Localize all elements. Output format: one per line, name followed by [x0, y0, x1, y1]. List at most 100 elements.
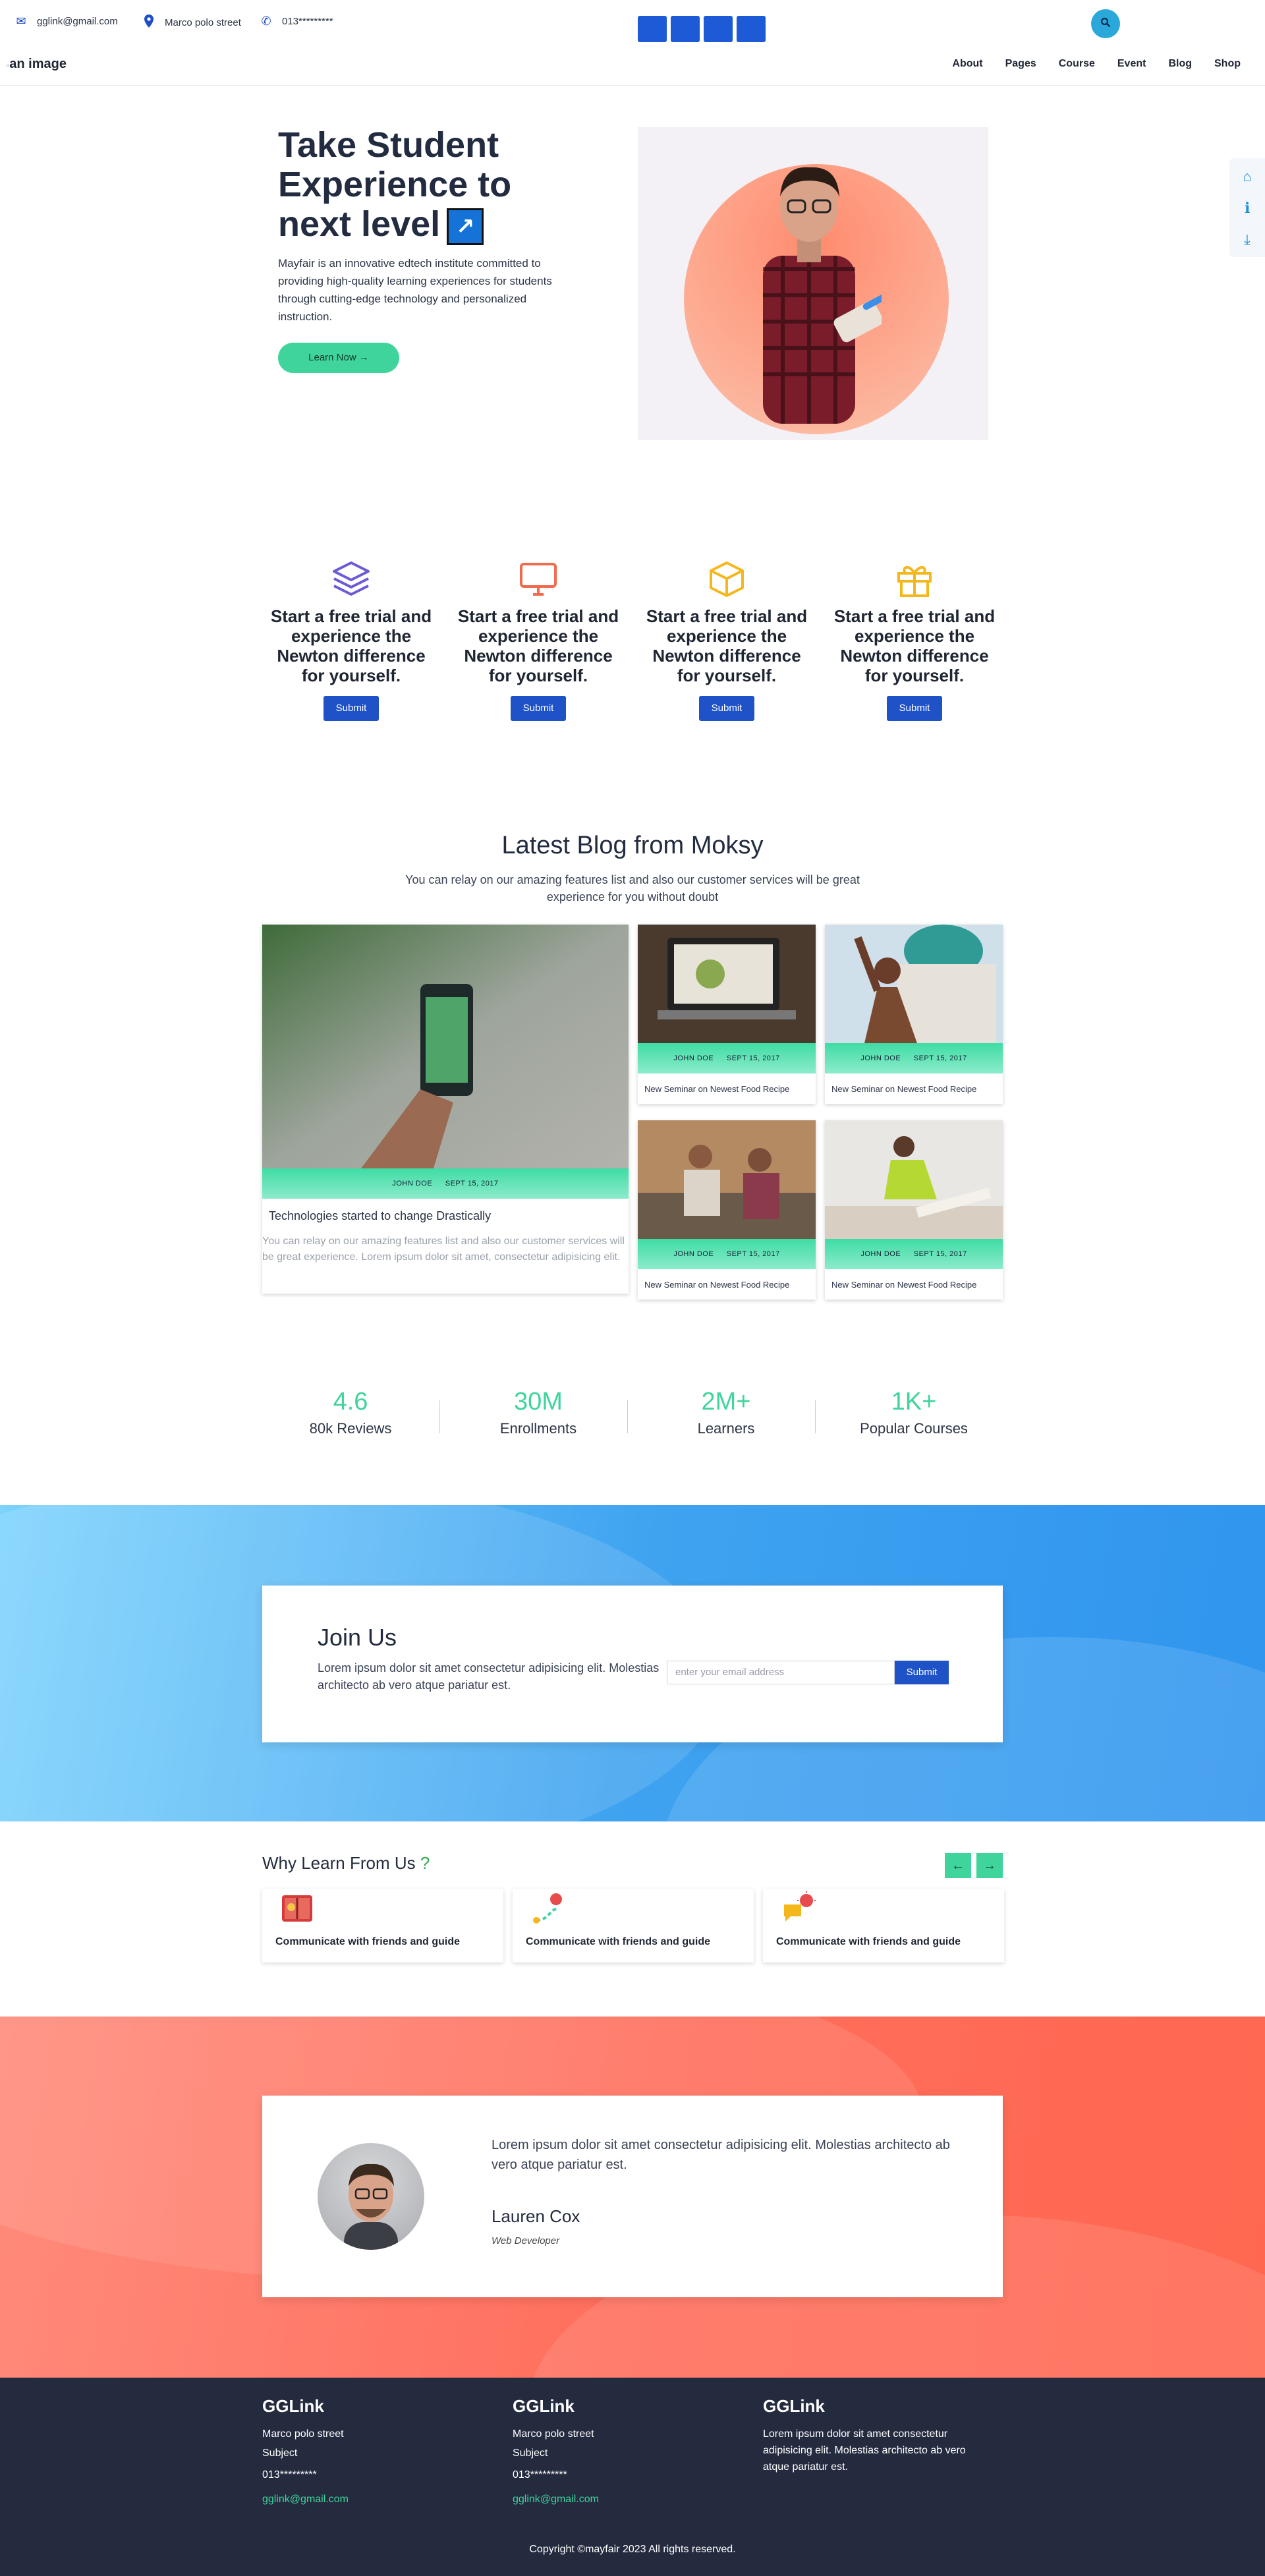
- testimonial-quote: Lorem ipsum dolor sit amet consectetur a…: [492, 2138, 950, 2172]
- blog-image: [825, 1120, 1003, 1239]
- blog-meta-bar: JOHN DOE SEPT 15, 2017: [638, 1239, 816, 1269]
- book-icon: [279, 1891, 315, 1932]
- stat-value: 1K+: [891, 1388, 937, 1416]
- nav-item-shop[interactable]: Shop: [1203, 58, 1252, 70]
- blog-card[interactable]: JOHN DOE SEPT 15, 2017 New Seminar on Ne…: [638, 925, 816, 1104]
- why-learn-title-text: Why Learn From Us: [262, 1853, 416, 1873]
- copyright: Copyright ©mayfair 2023 All rights reser…: [529, 2544, 736, 2555]
- footer-column-1: GGLink Marco polo street Subject 013****…: [262, 2396, 493, 2505]
- envelope-icon: ✉: [16, 14, 26, 28]
- nav-menu: About Pages Course Event Blog Shop: [941, 58, 1252, 70]
- footer-title: GGLink: [513, 2396, 575, 2416]
- footer-column-2: GGLink Marco polo street Subject 013****…: [513, 2396, 743, 2505]
- contact-address: Marco polo street: [142, 14, 241, 31]
- nav-item-event[interactable]: Event: [1106, 58, 1158, 70]
- nav-item-about[interactable]: About: [941, 58, 994, 70]
- hero-title: Take Student Experience to next level ↗: [278, 125, 568, 245]
- gift-icon: [827, 560, 1002, 601]
- blog-featured-title[interactable]: Technologies started to change Drastical…: [269, 1209, 491, 1223]
- side-dock: ⌂ ℹ ⤓: [1229, 158, 1265, 257]
- why-card-title: Communicate with friends and guide: [526, 1936, 711, 1947]
- feature-card-2: Start a free trial and experience the Ne…: [451, 560, 626, 721]
- student-illustration: [763, 167, 882, 424]
- social-button-1[interactable]: [638, 16, 667, 42]
- blog-section-title: Latest Blog from Moksy: [501, 832, 764, 859]
- blog-featured-card[interactable]: JOHN DOE SEPT 15, 2017 Technologies star…: [262, 925, 629, 1294]
- social-button-3[interactable]: [704, 16, 733, 42]
- footer-about-text: Lorem ipsum dolor sit amet consectetur a…: [763, 2428, 966, 2473]
- contact-email[interactable]: ✉ gglink@gmail.com: [14, 14, 117, 28]
- blog-card-title[interactable]: New Seminar on Newest Food Recipe: [831, 1280, 976, 1290]
- stat-value: 30M: [514, 1388, 563, 1416]
- blog-author: JOHN DOE: [673, 1054, 714, 1062]
- feature-card-3: Start a free trial and experience the Ne…: [639, 560, 814, 721]
- join-text: Lorem ipsum dolor sit amet consectetur a…: [318, 1661, 660, 1692]
- nav-item-pages[interactable]: Pages: [994, 58, 1048, 70]
- blog-card[interactable]: JOHN DOE SEPT 15, 2017 New Seminar on Ne…: [638, 1120, 816, 1300]
- email-input[interactable]: enter your email address: [667, 1661, 895, 1684]
- blog-author: JOHN DOE: [673, 1250, 714, 1258]
- address-text: Marco polo street: [165, 17, 241, 28]
- nav-item-blog[interactable]: Blog: [1157, 58, 1203, 70]
- page: ✉ gglink@gmail.com Marco polo street ✆ 0…: [0, 0, 1265, 2576]
- testimonial-card: Lorem ipsum dolor sit amet consectetur a…: [262, 2096, 1003, 2297]
- feature-submit-button[interactable]: Submit: [887, 696, 942, 721]
- feature-title: Start a free trial and experience the Ne…: [646, 606, 808, 685]
- logo[interactable]: ▫an image: [7, 57, 67, 72]
- join-submit-button[interactable]: Submit: [895, 1661, 949, 1684]
- why-card[interactable]: Communicate with friends and guide: [262, 1889, 503, 1962]
- footer: GGLink Marco polo street Subject 013****…: [0, 2378, 1265, 2576]
- why-card[interactable]: Communicate with friends and guide: [763, 1889, 1004, 1962]
- blog-date: SEPT 15, 2017: [445, 1180, 499, 1188]
- box-icon: [639, 560, 814, 601]
- stat-learners: 2M+ Learners: [647, 1388, 805, 1437]
- blog-author: JOHN DOE: [860, 1250, 901, 1258]
- main-nav: ▫an image About Pages Course Event Blog …: [0, 49, 1265, 86]
- top-bar: ✉ gglink@gmail.com Marco polo street ✆ 0…: [0, 0, 1265, 46]
- blog-author: JOHN DOE: [392, 1180, 433, 1188]
- feature-submit-button[interactable]: Submit: [323, 696, 379, 721]
- phone-text: 013*********: [282, 16, 333, 27]
- blog-card-title[interactable]: New Seminar on Newest Food Recipe: [831, 1084, 976, 1094]
- stat-label: Learners: [697, 1420, 755, 1437]
- footer-email-link[interactable]: gglink@gmail.com: [513, 2494, 743, 2505]
- hero-image: [638, 127, 988, 440]
- feature-submit-button[interactable]: Submit: [511, 696, 566, 721]
- carousel-next-button[interactable]: →: [976, 1853, 1003, 1878]
- download-icon[interactable]: ⤓: [1229, 227, 1265, 253]
- blog-image: [825, 925, 1003, 1043]
- social-button-4[interactable]: [737, 16, 766, 42]
- feature-title: Start a free trial and experience the Ne…: [833, 606, 996, 685]
- footer-phone: 013*********: [513, 2469, 567, 2480]
- stat-label: Enrollments: [499, 1420, 577, 1437]
- search-button[interactable]: [1091, 9, 1120, 38]
- blog-author: JOHN DOE: [860, 1054, 901, 1062]
- join-card: Join Us Lorem ipsum dolor sit amet conse…: [262, 1586, 1003, 1742]
- why-card[interactable]: Communicate with friends and guide: [513, 1889, 754, 1962]
- blog-image: [638, 925, 816, 1043]
- testimonial-name: Lauren Cox: [492, 2206, 580, 2226]
- blog-card-title[interactable]: New Seminar on Newest Food Recipe: [644, 1084, 789, 1094]
- blog-meta-bar: JOHN DOE SEPT 15, 2017: [825, 1239, 1003, 1269]
- blog-card[interactable]: JOHN DOE SEPT 15, 2017 New Seminar on Ne…: [825, 925, 1003, 1104]
- question-mark: ?: [420, 1853, 430, 1873]
- blog-featured-excerpt: You can relay on our amazing features li…: [262, 1236, 625, 1263]
- feature-submit-button[interactable]: Submit: [699, 696, 754, 721]
- stat-reviews: 4.6 80k Reviews: [271, 1388, 430, 1437]
- home-icon[interactable]: ⌂: [1229, 163, 1265, 190]
- footer-address: Marco polo street: [513, 2428, 594, 2440]
- social-button-2[interactable]: [671, 16, 700, 42]
- feature-card-4: Start a free trial and experience the Ne…: [827, 560, 1002, 721]
- nav-item-course[interactable]: Course: [1048, 58, 1106, 70]
- learn-now-button[interactable]: Learn Now →: [278, 343, 399, 373]
- carousel-prev-button[interactable]: ←: [945, 1853, 971, 1878]
- feature-title: Start a free trial and experience the Ne…: [270, 606, 432, 685]
- info-icon[interactable]: ℹ: [1229, 195, 1265, 221]
- blog-card[interactable]: JOHN DOE SEPT 15, 2017 New Seminar on Ne…: [825, 1120, 1003, 1300]
- blog-card-title[interactable]: New Seminar on Newest Food Recipe: [644, 1280, 789, 1290]
- stat-label: Popular Courses: [860, 1420, 968, 1437]
- blog-date: SEPT 15, 2017: [726, 1250, 780, 1258]
- footer-email-link[interactable]: gglink@gmail.com: [262, 2494, 493, 2505]
- contact-phone[interactable]: ✆ 013*********: [260, 14, 333, 28]
- blog-date: SEPT 15, 2017: [913, 1250, 967, 1258]
